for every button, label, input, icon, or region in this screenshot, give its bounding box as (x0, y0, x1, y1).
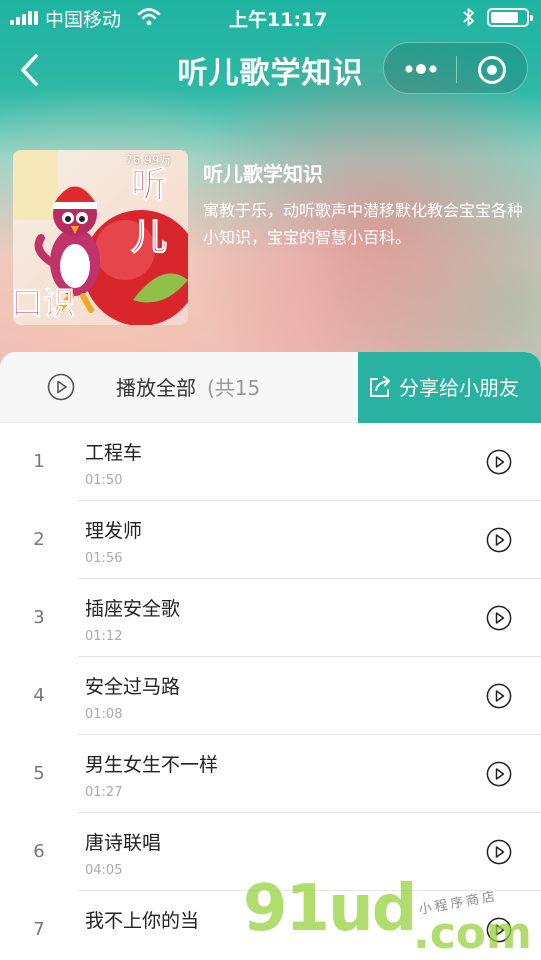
share-icon (370, 376, 390, 397)
more-icon[interactable] (402, 55, 440, 83)
battery-icon (487, 8, 533, 27)
track-number: 4 (33, 685, 45, 706)
track-play-icon[interactable] (486, 527, 512, 553)
wifi-icon (137, 8, 161, 26)
play-count: 76.99万 (125, 153, 172, 167)
cover-text-bottom: 口识 (13, 284, 76, 323)
list-toolbar: 播放全部 (共15 分享给小朋友 (0, 352, 541, 423)
track-number: 1 (33, 451, 45, 472)
track-play-icon[interactable] (486, 605, 512, 631)
status-time: 上午11:17 (229, 9, 328, 31)
track-title: 理发师 (85, 520, 143, 542)
album-description: 寓教于乐，动听歌声中潜移默化教会宝宝各种小知识，宝宝的智慧小百科。 (203, 201, 524, 247)
track-row[interactable]: 6 唐诗联唱 04:05 (0, 813, 541, 891)
track-row[interactable]: 7 我不上你的当 (0, 891, 541, 960)
cover-text-top: 听儿 (131, 165, 168, 259)
track-row[interactable]: 3 插座安全歌 01:12 (0, 579, 541, 657)
track-title: 插座安全歌 (85, 598, 181, 620)
track-number: 2 (33, 529, 45, 550)
track-play-icon[interactable] (486, 761, 512, 787)
play-circle-icon (47, 373, 75, 401)
share-label: 分享给小朋友 (399, 376, 519, 400)
track-number: 3 (33, 607, 45, 628)
track-duration: 01:56 (85, 551, 123, 566)
track-play-icon[interactable] (486, 839, 512, 865)
status-bar: 中国移动 上午11:17 (0, 0, 541, 34)
track-count: (共15 (207, 376, 261, 400)
track-duration: 01:08 (85, 707, 123, 722)
mini-program-capsule (383, 42, 528, 94)
track-title: 工程车 (85, 442, 143, 464)
track-title: 我不上你的当 (85, 910, 200, 932)
track-duration: 04:05 (85, 863, 123, 878)
close-mini-program-icon[interactable] (476, 54, 508, 86)
track-play-icon[interactable] (486, 449, 512, 475)
share-button[interactable]: 分享给小朋友 (358, 352, 541, 423)
track-row[interactable]: 1 工程车 01:50 (0, 423, 541, 501)
track-row[interactable]: 2 理发师 01:56 (0, 501, 541, 579)
track-title: 男生女生不一样 (85, 754, 219, 776)
track-row[interactable]: 4 安全过马路 01:08 (0, 657, 541, 735)
bluetooth-icon (463, 8, 474, 26)
play-all-label: 播放全部 (116, 376, 196, 400)
capsule-divider (456, 56, 457, 83)
track-number: 5 (33, 763, 45, 784)
track-title: 安全过马路 (85, 676, 181, 698)
track-duration: 01:27 (85, 785, 123, 800)
track-title: 唐诗联唱 (85, 832, 162, 854)
track-play-icon[interactable] (486, 683, 512, 709)
carrier-name: 中国移动 (45, 9, 122, 31)
album-title: 听儿歌学知识 (203, 162, 323, 186)
track-duration: 01:50 (85, 473, 123, 488)
battery-level (491, 12, 518, 23)
track-play-icon[interactable] (486, 917, 512, 943)
signal-strength-icon (10, 11, 38, 25)
album-cover: 听儿 口识 76.99万 (13, 150, 188, 325)
play-all-button[interactable]: 播放全部 (共15 (0, 352, 358, 423)
track-duration: 01:12 (85, 629, 123, 644)
track-number: 7 (33, 919, 45, 940)
nav-bar: 听儿歌学知识 (0, 38, 541, 100)
track-number: 6 (33, 841, 45, 862)
track-row[interactable]: 5 男生女生不一样 01:27 (0, 735, 541, 813)
track-panel: 播放全部 (共15 分享给小朋友 1 工程车 01:50 2 理发师 01:56 3 插座安全… (0, 352, 541, 960)
